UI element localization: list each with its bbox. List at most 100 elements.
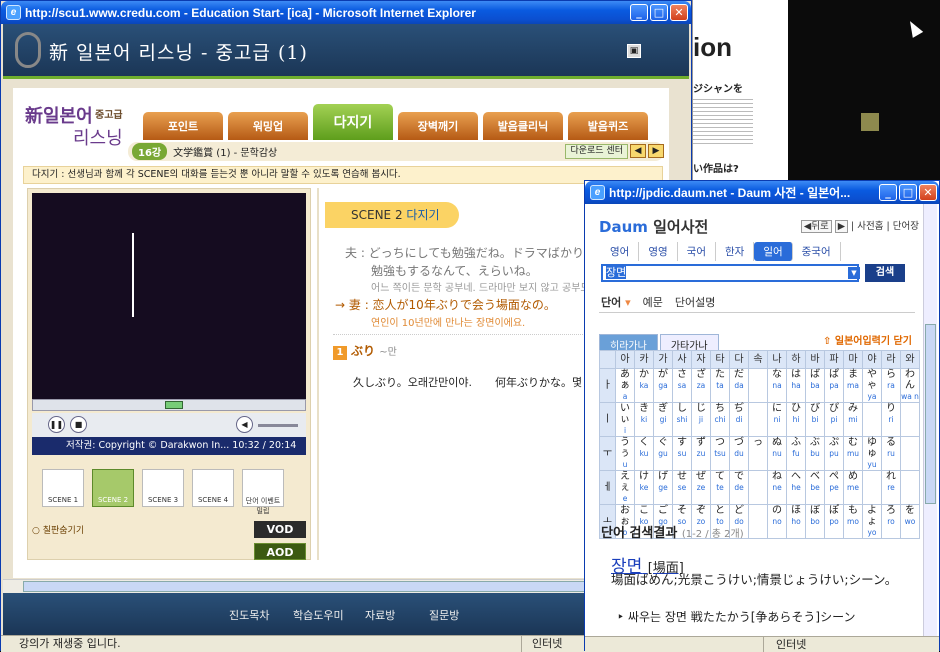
kana-key[interactable]: あぁ a	[615, 368, 635, 403]
kana-key[interactable]: っ	[748, 436, 768, 471]
kana-key[interactable]: め me	[843, 470, 863, 505]
footer-helper-link[interactable]: 학습도우미	[293, 607, 344, 623]
volume-icon[interactable]: ◀	[236, 416, 253, 433]
kana-key[interactable]: む mu	[843, 436, 863, 471]
main-title-bar[interactable]: e http://scu1.www.credu.com - Education …	[1, 1, 691, 24]
kana-key[interactable]: ば ba	[805, 368, 825, 403]
kana-key[interactable]: ふ fu	[786, 436, 806, 471]
kana-key[interactable]: く ku	[634, 436, 654, 471]
kana-key[interactable]: す su	[672, 436, 692, 471]
download-center-button[interactable]: 다운로드 센터	[565, 144, 628, 159]
back-button[interactable]: ◀뒤로	[800, 220, 832, 233]
kana-key[interactable]	[900, 402, 920, 437]
kana-key[interactable]	[748, 368, 768, 403]
kana-key[interactable]: ぱ pa	[824, 368, 844, 403]
kana-key[interactable]: ま ma	[843, 368, 863, 403]
tab-warmup[interactable]: 워밍업	[228, 112, 308, 140]
kana-key[interactable]: て te	[710, 470, 730, 505]
kana-key[interactable]	[748, 470, 768, 505]
kana-key[interactable]: ら ra	[881, 368, 901, 403]
kana-key[interactable]	[862, 402, 882, 437]
kana-key[interactable]: ぜ ze	[691, 470, 711, 505]
dict-scroll-thumb[interactable]	[925, 324, 936, 504]
kana-key[interactable]: げ ge	[653, 470, 673, 505]
close-keyboard-link[interactable]: ⇧ 일본어입력기 닫기	[823, 332, 912, 347]
kana-key[interactable]: うぅ u	[615, 436, 635, 471]
kana-key[interactable]	[748, 504, 768, 539]
kana-key[interactable]: ほ ho	[786, 504, 806, 539]
kana-key[interactable]: り ri	[881, 402, 901, 437]
scene-4-button[interactable]: SCENE 4	[192, 469, 234, 507]
kana-key[interactable]: る ru	[881, 436, 901, 471]
kana-key[interactable]: ち chi	[710, 402, 730, 437]
kana-key[interactable]: いぃ i	[615, 402, 635, 437]
kana-key[interactable]: ろ ro	[881, 504, 901, 539]
search-dropdown-icon[interactable]: ▼	[848, 267, 860, 279]
lang-tab-english-english[interactable]: 영영	[639, 242, 678, 261]
next-arrow-icon[interactable]: ▶	[648, 144, 664, 158]
kana-key[interactable]: か ka	[634, 368, 654, 403]
kana-key[interactable]: き ki	[634, 402, 654, 437]
kana-key[interactable]: ぴ pi	[824, 402, 844, 437]
kana-key[interactable]: び bi	[805, 402, 825, 437]
tab-practice[interactable]: 다지기	[313, 104, 393, 140]
seek-bar[interactable]	[32, 399, 306, 411]
pause-icon[interactable]: ❚❚	[48, 416, 65, 433]
kana-key[interactable]: やゃ ya	[862, 368, 882, 403]
scroll-thumb[interactable]	[23, 581, 659, 592]
kana-key[interactable]: な na	[767, 368, 787, 403]
kana-key[interactable]: れ re	[881, 470, 901, 505]
forward-button[interactable]: ▶	[834, 220, 849, 233]
tab-pronunciation-quiz[interactable]: 발음퀴즈	[568, 112, 648, 140]
wordbook-link[interactable]: 단어장	[893, 221, 919, 232]
aod-button[interactable]: AOD	[254, 543, 306, 560]
kana-key[interactable]: た ta	[710, 368, 730, 403]
scene-2-button[interactable]: SCENE 2	[92, 469, 134, 507]
kana-key[interactable]: じ ji	[691, 402, 711, 437]
kana-key[interactable]: ぎ gi	[653, 402, 673, 437]
seek-handle[interactable]	[165, 401, 183, 409]
footer-resources-link[interactable]: 자료방	[365, 607, 395, 623]
lang-tab-english[interactable]: 영어	[601, 242, 640, 261]
dict-maximize-button[interactable]: □	[899, 184, 917, 201]
hide-board-toggle[interactable]: ○ 칠판숨기기	[32, 523, 84, 536]
kana-key[interactable]: み mi	[843, 402, 863, 437]
desktop-icon[interactable]	[861, 113, 879, 131]
prev-arrow-icon[interactable]: ◀	[630, 144, 646, 158]
scene-3-button[interactable]: SCENE 3	[142, 469, 184, 507]
kana-key[interactable]	[900, 436, 920, 471]
video-area[interactable]	[32, 193, 306, 399]
subtab-explanations[interactable]: 단어설명	[675, 294, 715, 310]
volume-slider[interactable]	[258, 424, 298, 427]
minimize-button[interactable]: _	[630, 4, 648, 21]
kana-key[interactable]: さ sa	[672, 368, 692, 403]
kana-key[interactable]: ぷ pu	[824, 436, 844, 471]
kana-key[interactable]: えぇ e	[615, 470, 635, 505]
kana-key[interactable]: の no	[767, 504, 787, 539]
kana-key[interactable]: ぢ di	[729, 402, 749, 437]
kana-key[interactable]	[748, 402, 768, 437]
kana-key[interactable]: ぶ bu	[805, 436, 825, 471]
footer-contents-link[interactable]: 진도목차	[229, 607, 269, 623]
kana-key[interactable]: わん wa n	[900, 368, 920, 403]
kana-key[interactable]: け ke	[634, 470, 654, 505]
tab-pronunciation-clinic[interactable]: 발음클리닉	[483, 112, 563, 140]
maximize-button[interactable]: □	[650, 4, 668, 21]
kana-key[interactable]: は ha	[786, 368, 806, 403]
kana-key[interactable]: ゆゅ yu	[862, 436, 882, 471]
kana-key[interactable]: ひ hi	[786, 402, 806, 437]
kana-key[interactable]: で de	[729, 470, 749, 505]
lang-tab-hanja[interactable]: 한자	[716, 242, 755, 261]
kana-key[interactable]: へ he	[786, 470, 806, 505]
dict-close-button[interactable]: ✕	[919, 184, 937, 201]
kana-key[interactable]: も mo	[843, 504, 863, 539]
kana-key[interactable]: ず zu	[691, 436, 711, 471]
kana-key[interactable]: ぺ pe	[824, 470, 844, 505]
word-event-button[interactable]: 단어 이벤트 밀립	[242, 469, 284, 515]
kana-key[interactable]: づ du	[729, 436, 749, 471]
kana-key[interactable]: ざ za	[691, 368, 711, 403]
kana-key[interactable]	[862, 470, 882, 505]
kana-key[interactable]: ぼ bo	[805, 504, 825, 539]
kana-key[interactable]: を wo	[900, 504, 920, 539]
kana-key[interactable]: よょ yo	[862, 504, 882, 539]
